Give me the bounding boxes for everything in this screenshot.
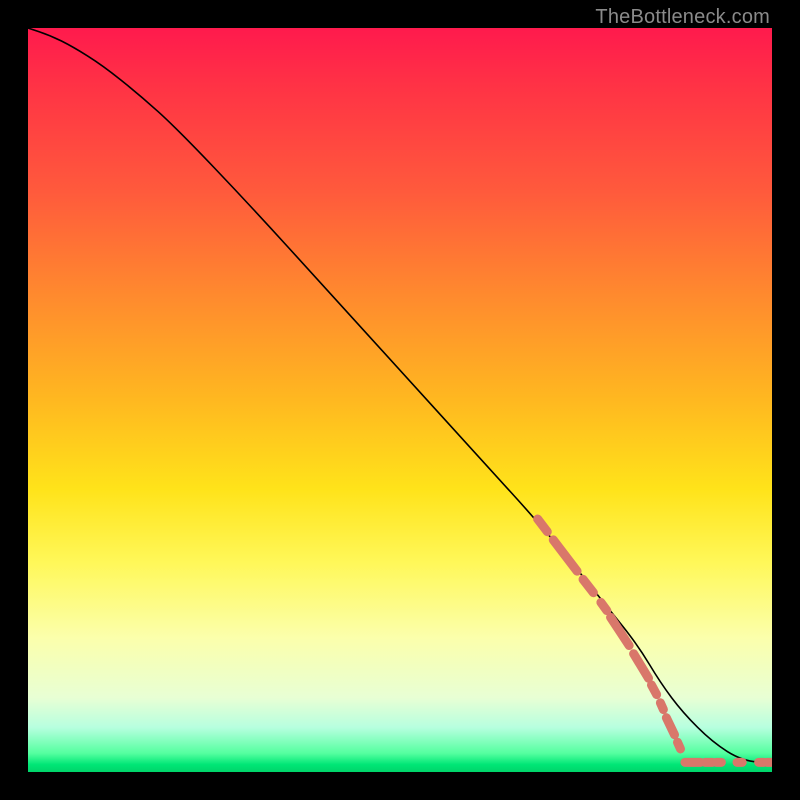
bottleneck-curve	[28, 28, 772, 763]
dash-segment	[678, 742, 681, 749]
chart-stage: TheBottleneck.com	[0, 0, 800, 800]
dash-segment	[601, 602, 607, 610]
dash-overlay	[538, 519, 772, 762]
chart-svg	[28, 28, 772, 772]
plot-area	[28, 28, 772, 772]
dash-segment	[538, 519, 548, 532]
dash-segment	[553, 540, 577, 571]
watermark-text: TheBottleneck.com	[595, 6, 770, 29]
dash-segment	[634, 654, 649, 679]
dash-segment	[651, 685, 656, 695]
dash-segment	[583, 579, 593, 592]
dash-segment	[660, 703, 663, 710]
dash-segment	[666, 718, 674, 735]
